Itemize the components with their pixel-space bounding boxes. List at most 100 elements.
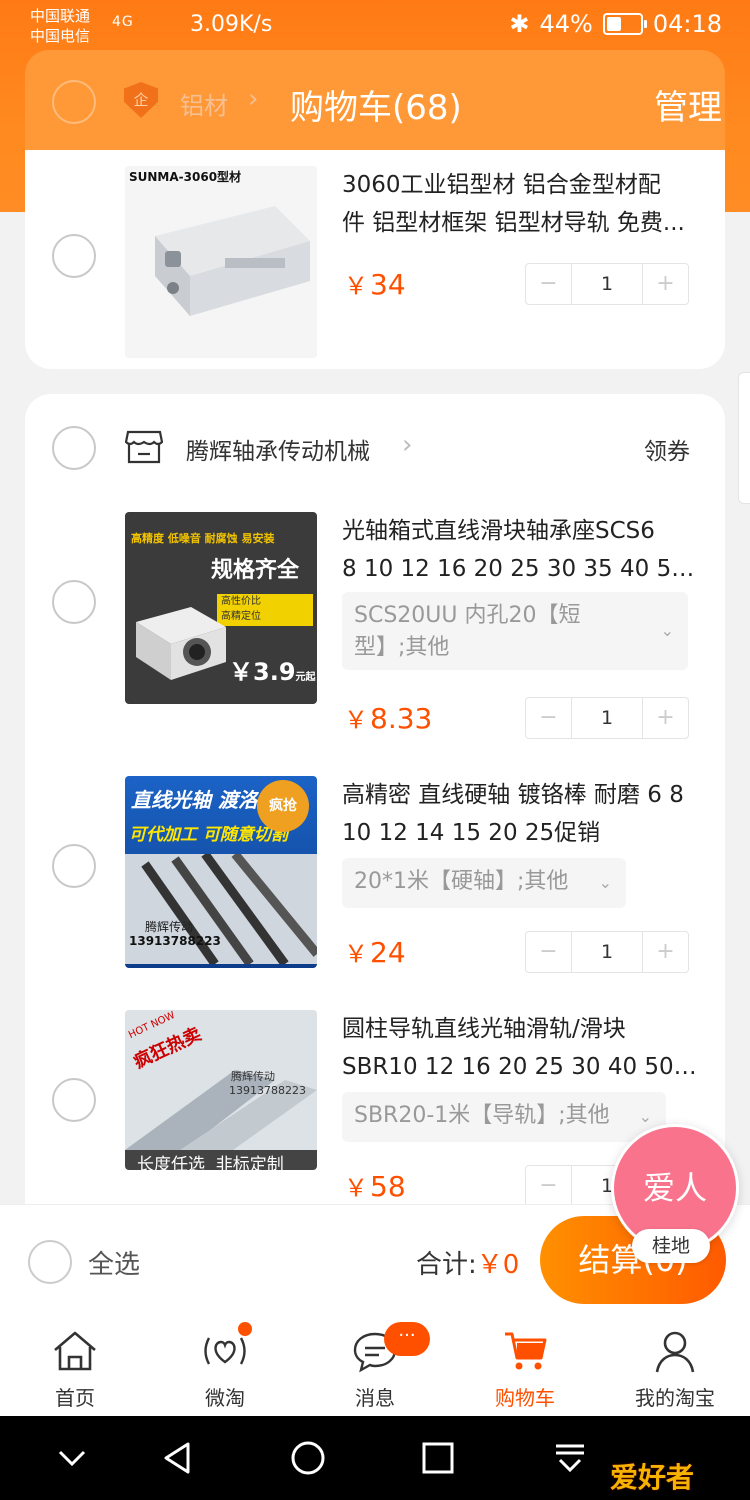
product-title[interactable]: 光轴箱式直线滑块轴承座SCS6 8 10 12 16 20 25 30 35 4… [342,512,704,588]
recents-icon[interactable] [418,1438,458,1478]
tab-label: 微淘 [205,1386,245,1410]
product-title-line1: 高精密 直线硬轴 镀铬棒 耐磨 6 8 [342,782,684,808]
image-caption-bottom: 长度任选 非标定制 [137,1155,284,1170]
aluminum-profile-image [125,166,317,358]
home-circle-icon[interactable] [288,1438,328,1478]
profile-icon [655,1331,695,1373]
quantity-value[interactable]: 1 [571,932,643,972]
sku-text: 20*1米【硬轴】;其他 [354,869,569,894]
shop-name[interactable]: 腾辉轴承传动机械 [186,432,370,466]
tab-label: 购物车 [495,1386,555,1410]
product-image[interactable]: 高精度 低噪音 耐腐蚀 易安装 规格齐全 高性价比 高精定位 ￥3.9元起 [125,512,317,704]
clock: 04:18 [652,10,722,38]
item-select-radio[interactable] [52,844,96,888]
sku-selector[interactable]: 20*1米【硬轴】;其他 ⌄ [342,858,626,908]
notification-pull-icon[interactable] [550,1438,590,1478]
item-select-radio[interactable] [52,1078,96,1122]
shop-label[interactable]: 铝材 [180,86,228,121]
decrease-button[interactable]: − [526,264,571,304]
total-price: 合计:￥0 [416,1244,519,1281]
price-value: 58 [370,1170,406,1203]
floating-tag[interactable]: 桂地 [632,1229,710,1263]
product-title[interactable]: 高精密 直线硬轴 镀铬棒 耐磨 6 8 10 12 14 15 20 25促销 [342,776,704,852]
chevron-down-icon[interactable] [52,1438,92,1478]
product-title-line2: 10 12 14 15 20 25促销 [342,820,601,846]
image-badge: 疯抢 [257,780,309,832]
image-caption-top: 高精度 低噪音 耐腐蚀 易安装 [131,532,275,545]
watermark-logo: 爱好者 [610,1461,695,1494]
home-icon [54,1331,96,1371]
coupon-button[interactable]: 领券 [644,432,690,466]
product-image-label: SUNMA-3060型材 [129,170,242,184]
quantity-value[interactable]: 1 [571,698,643,738]
tab-label: 我的淘宝 [635,1386,715,1410]
price-value: 8.33 [370,702,433,735]
total-amount: ￥0 [476,1250,520,1280]
sku-line2: 型】;其他 [354,635,450,660]
quantity-stepper: − 1 + [525,931,689,973]
battery-icon [602,13,647,35]
store-icon [125,430,163,464]
image-price-unit: 元起 [295,672,316,683]
quantity-stepper: − 1 + [525,263,689,305]
quantity-value[interactable]: 1 [571,264,643,304]
select-all-label[interactable]: 全选 [88,1244,140,1281]
tab-messages[interactable]: ··· 消息 [300,1316,450,1416]
select-all-radio[interactable] [28,1240,72,1284]
image-caption-box: 高性价比 高精定位 [217,594,313,626]
product-title-line2: 件 铝型材框架 铝型材导轨 免费... [342,210,685,236]
carrier-info: 中国联通 中国电信 [30,6,90,46]
tab-home[interactable]: 首页 [0,1316,150,1416]
sku-selector[interactable]: SCS20UU 内孔20【短 型】;其他 ⌄ [342,592,688,670]
price-value: 34 [370,268,406,301]
manage-button[interactable]: 管理 [654,80,722,129]
page-title: 购物车(68) [290,88,462,128]
product-title-line2: SBR10 12 16 20 25 30 40 50光... [342,1054,704,1080]
battery-percent: 44% [539,10,593,38]
image-price: ￥3.9元起 [229,652,316,687]
image-caption-line1: 直线光轴 渡洛 [131,788,258,812]
product-price: ￥24 [344,934,406,969]
status-bar: 中国联通 中国电信 4G 3.09K/s ✱ 44% 04:18 [0,0,750,52]
image-shop: 腾辉传动 [145,920,194,934]
image-caption-b2: 高精定位 [221,611,261,622]
item-select-radio[interactable] [52,234,96,278]
chevron-right-icon: › [248,84,259,114]
sku-selector[interactable]: SBR20-1米【导轨】;其他 ⌄ [342,1092,666,1142]
product-image[interactable]: SUNMA-3060型材 [125,166,317,358]
image-price-value: ￥3.9 [229,658,296,686]
bluetooth-icon: ✱ [509,10,530,38]
cart-icon [505,1332,547,1370]
product-title[interactable]: 圆柱导轨直线光轴滑轨/滑块 SBR10 12 16 20 25 30 40 50… [342,1010,704,1086]
decrease-button[interactable]: − [526,1166,571,1206]
shop-select-radio[interactable] [52,426,96,470]
increase-button[interactable]: + [643,698,688,738]
image-phone: 13913788223 [229,1084,306,1097]
sku-text: SBR20-1米【导轨】;其他 [354,1103,610,1128]
bottom-tab-bar: 首页 微淘 ··· 消息 购物车 我的淘宝 [0,1316,750,1416]
image-shop: 腾辉传动 [231,1070,275,1083]
product-title[interactable]: 3060工业铝型材 铝合金型材配 件 铝型材框架 铝型材导轨 免费... [342,166,704,242]
increase-button[interactable]: + [643,932,688,972]
decrease-button[interactable]: − [526,698,571,738]
tab-weitao[interactable]: 微淘 [150,1316,300,1416]
tab-profile[interactable]: 我的淘宝 [600,1316,750,1416]
chevron-down-icon: ⌄ [598,873,612,892]
shop-select-radio-header[interactable] [52,80,96,124]
price-currency: ￥ [344,706,368,734]
chevron-right-icon: › [402,430,413,460]
product-title-line2: 8 10 12 16 20 25 30 35 40 50 6... [342,556,704,582]
product-image[interactable]: 直线光轴 渡洛 可代加工 可随意切割 疯抢 腾辉传动 13913788223 [125,776,317,968]
product-title-line1: 3060工业铝型材 铝合金型材配 [342,172,661,198]
tab-cart[interactable]: 购物车 [450,1316,600,1416]
back-icon[interactable] [158,1438,198,1478]
side-scroll-handle[interactable] [738,372,750,504]
item-select-radio[interactable] [52,580,96,624]
carrier-2: 中国电信 [30,27,91,45]
network-type: 4G [112,14,134,30]
message-badge: ··· [384,1322,430,1356]
increase-button[interactable]: + [643,264,688,304]
total-label: 合计: [416,1250,477,1280]
decrease-button[interactable]: − [526,932,571,972]
product-image[interactable]: HOT NOW 疯狂热卖 腾辉传动 13913788223 长度任选 非标定制 [125,1010,317,1170]
